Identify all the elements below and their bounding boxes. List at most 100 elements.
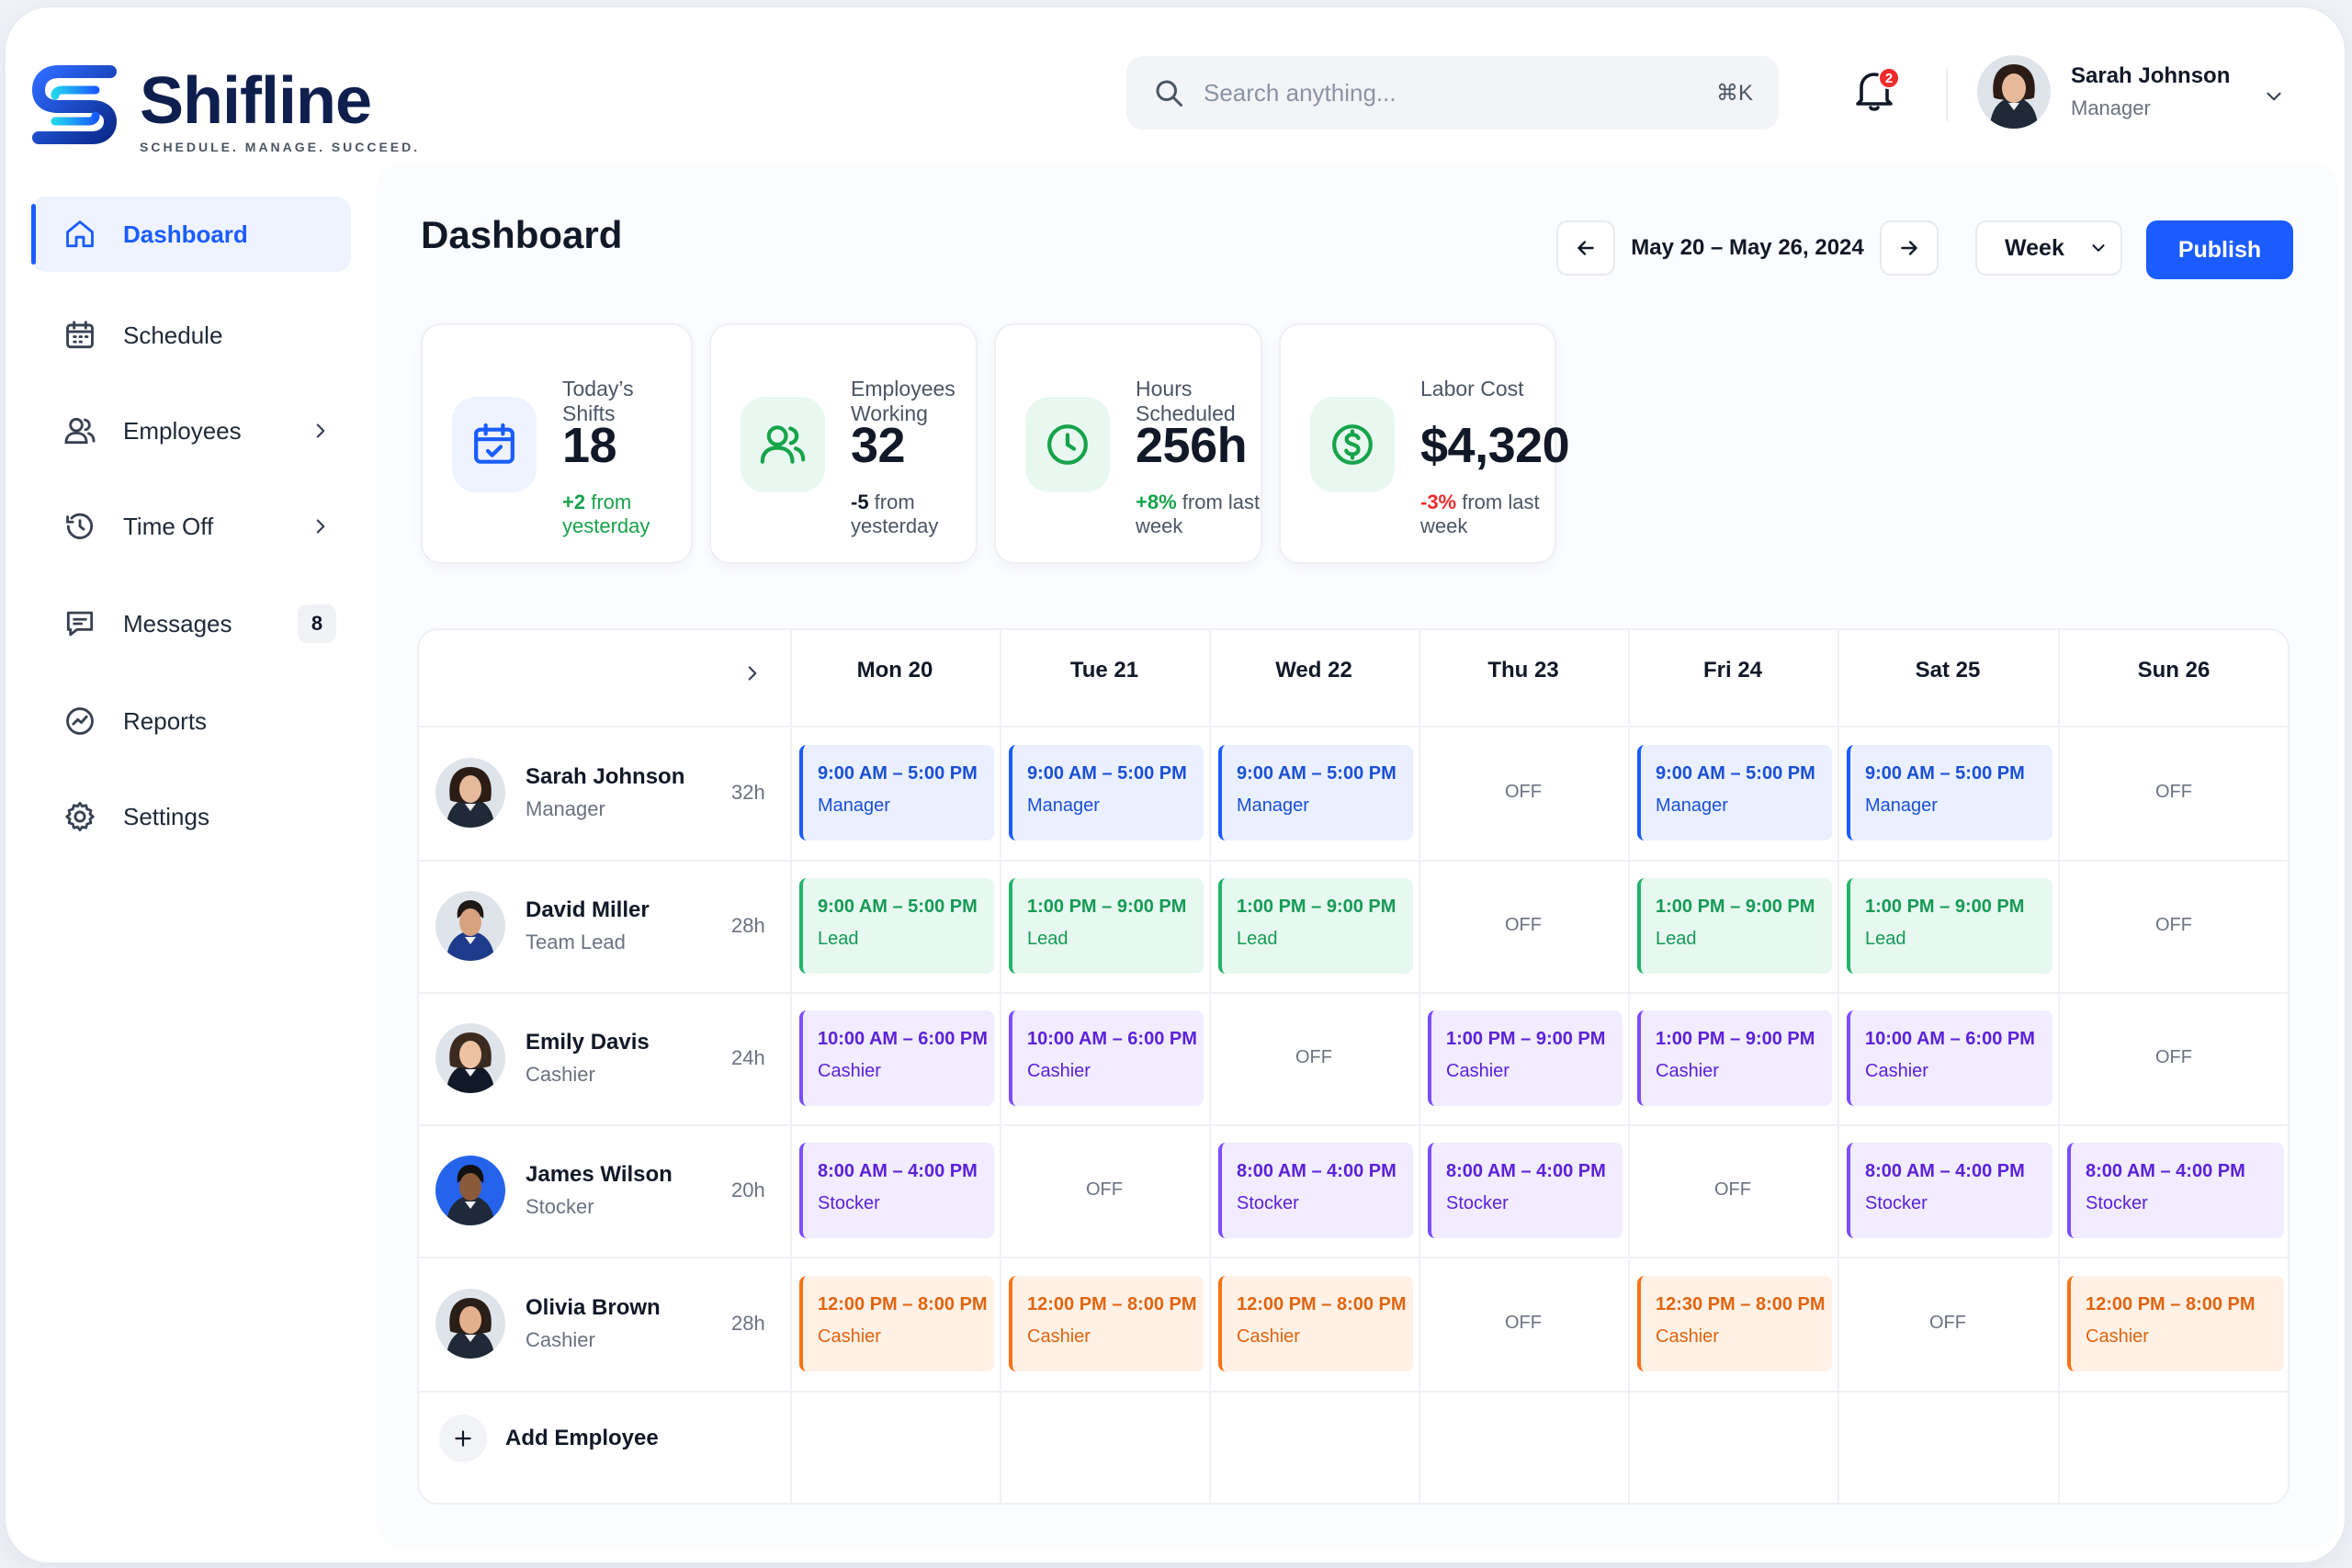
shift-block[interactable]: 8:00 AM – 4:00 PM Stocker (799, 1143, 994, 1238)
off-label[interactable]: OFF (1468, 915, 1578, 936)
stat-value: 256h (1136, 418, 1248, 473)
employee-name: David Miller (526, 897, 650, 922)
shift-block[interactable]: 9:00 AM – 5:00 PM Manager (1847, 745, 2052, 840)
sidebar-item-dashboard[interactable]: Dashboard (31, 197, 351, 272)
shift-block[interactable]: 1:00 PM – 9:00 PM Cashier (1428, 1010, 1623, 1106)
sidebar-item-schedule[interactable]: Schedule (31, 298, 351, 373)
stat-label: Labor Cost (1420, 377, 1524, 400)
shift-time: 8:00 AM – 4:00 PM (818, 1161, 978, 1181)
sidebar-item-label: Messages (123, 609, 232, 637)
shift-block[interactable]: 8:00 AM – 4:00 PM Stocker (1847, 1143, 2052, 1238)
employee-role: Team Lead (526, 931, 626, 953)
stat-delta: +2 from yesterday (562, 491, 691, 538)
arrow-right-icon (1901, 241, 1917, 255)
grid-column-divider (1000, 630, 1001, 1503)
shift-time: 9:00 AM – 5:00 PM (1656, 763, 1815, 784)
shift-block[interactable]: 12:30 PM – 8:00 PM Cashier (1637, 1276, 1832, 1371)
chevron-right-icon (316, 519, 325, 534)
shift-role: Cashier (1027, 1061, 1091, 1081)
shift-block[interactable]: 1:00 PM – 9:00 PM Lead (1218, 878, 1413, 974)
stat-card-todays-shifts: Today’s Shifts 18 +2 from yesterday (421, 323, 693, 564)
shift-block[interactable]: 9:00 AM – 5:00 PM Manager (1009, 745, 1204, 840)
shift-block[interactable]: 10:00 AM – 6:00 PM Cashier (1009, 1010, 1204, 1106)
shift-block[interactable]: 1:00 PM – 9:00 PM Lead (1847, 878, 2052, 974)
page-title: Dashboard (421, 213, 623, 256)
shift-block[interactable]: 9:00 AM – 5:00 PM Manager (799, 745, 994, 840)
publish-button[interactable]: Publish (2146, 220, 2293, 279)
prev-week-button[interactable] (1556, 220, 1615, 276)
shift-block[interactable]: 10:00 AM – 6:00 PM Cashier (799, 1010, 994, 1106)
chevron-right-icon[interactable] (741, 661, 764, 685)
view-select[interactable]: Week (1975, 220, 2122, 276)
shift-block[interactable]: 8:00 AM – 4:00 PM Stocker (1428, 1143, 1623, 1238)
off-label[interactable]: OFF (1049, 1179, 1159, 1201)
shift-block[interactable]: 1:00 PM – 9:00 PM Lead (1637, 878, 1832, 974)
shift-block[interactable]: 12:00 PM – 8:00 PM Cashier (2067, 1276, 2284, 1371)
off-label[interactable]: OFF (2119, 782, 2229, 803)
user-menu[interactable]: Sarah Johnson Manager (1977, 55, 2230, 129)
sidebar-item-reports[interactable]: Reports (31, 683, 351, 759)
shift-time: 9:00 AM – 5:00 PM (1027, 763, 1187, 784)
brand-logo[interactable]: Shifline SCHEDULE. MANAGE. SUCCEED. (31, 62, 420, 154)
sidebar-item-label: Schedule (123, 321, 223, 349)
sidebar-item-employees[interactable]: Employees (31, 393, 351, 468)
off-label[interactable]: OFF (1678, 1179, 1788, 1201)
shift-block[interactable]: 9:00 AM – 5:00 PM Manager (1218, 745, 1413, 840)
notifications-button[interactable]: 2 (1852, 67, 1904, 122)
shift-role: Manager (1237, 795, 1309, 816)
shift-block[interactable]: 9:00 AM – 5:00 PM Manager (1637, 745, 1832, 840)
shift-time: 1:00 PM – 9:00 PM (1865, 897, 2025, 917)
shift-block[interactable]: 8:00 AM – 4:00 PM Stocker (2067, 1143, 2284, 1238)
add-employee-button[interactable]: Add Employee (439, 1415, 659, 1462)
shift-block[interactable]: 12:00 PM – 8:00 PM Cashier (799, 1276, 994, 1371)
grid-row-divider (419, 1391, 2288, 1393)
sidebar-item-messages[interactable]: Messages 8 (31, 586, 351, 661)
sidebar-item-time-off[interactable]: Time Off (31, 489, 351, 564)
chevron-down-icon[interactable] (2262, 85, 2286, 108)
search-input[interactable] (1204, 78, 1716, 107)
employee-hours: 28h (731, 1312, 765, 1335)
off-label[interactable]: OFF (1259, 1047, 1369, 1068)
shift-role: Cashier (1237, 1326, 1300, 1347)
sidebar-item-settings[interactable]: Settings (31, 779, 351, 854)
grid-column-divider (1628, 630, 1630, 1503)
search-bar[interactable]: ⌘K (1126, 56, 1779, 130)
shift-block[interactable]: 9:00 AM – 5:00 PM Lead (799, 878, 994, 974)
employee-hours: 24h (731, 1046, 765, 1069)
employee-role: Manager (526, 797, 605, 820)
next-week-button[interactable] (1880, 220, 1939, 276)
grid-row-divider (419, 726, 2288, 728)
employee-info[interactable]: James Wilson Stocker (435, 1156, 673, 1225)
shift-time: 12:00 PM – 8:00 PM (2086, 1294, 2256, 1314)
shift-role: Stocker (2086, 1193, 2148, 1213)
stat-card-hours-scheduled: Hours Scheduled 256h +8% from last week (994, 323, 1262, 564)
shift-block[interactable]: 1:00 PM – 9:00 PM Cashier (1637, 1010, 1832, 1106)
off-label[interactable]: OFF (2119, 915, 2229, 936)
shift-block[interactable]: 8:00 AM – 4:00 PM Stocker (1218, 1143, 1413, 1238)
messages-count-badge: 8 (298, 604, 336, 643)
off-label[interactable]: OFF (2119, 1047, 2229, 1068)
shift-block[interactable]: 1:00 PM – 9:00 PM Lead (1009, 878, 1204, 974)
users-icon (64, 417, 96, 445)
shift-role: Cashier (1446, 1061, 1510, 1081)
home-icon (66, 220, 94, 248)
employee-info[interactable]: Olivia Brown Cashier (435, 1289, 661, 1359)
employee-info[interactable]: David Miller Team Lead (435, 891, 650, 961)
off-label[interactable]: OFF (1893, 1313, 2003, 1334)
employee-info[interactable]: Emily Davis Cashier (435, 1023, 650, 1093)
logo-mark-icon (32, 65, 117, 144)
shift-time: 9:00 AM – 5:00 PM (818, 897, 978, 917)
off-label[interactable]: OFF (1468, 1313, 1578, 1334)
grid-column-divider (2058, 630, 2060, 1503)
arrow-left-icon (1577, 241, 1594, 255)
sidebar-item-label: Settings (123, 802, 209, 830)
shift-block[interactable]: 12:00 PM – 8:00 PM Cashier (1218, 1276, 1413, 1371)
shift-time: 9:00 AM – 5:00 PM (1237, 763, 1396, 784)
clock-icon (1047, 424, 1088, 465)
stat-value: 32 (851, 418, 906, 473)
off-label[interactable]: OFF (1468, 782, 1578, 803)
avatar (1977, 55, 2051, 129)
shift-block[interactable]: 12:00 PM – 8:00 PM Cashier (1009, 1276, 1204, 1371)
shift-block[interactable]: 10:00 AM – 6:00 PM Cashier (1847, 1010, 2052, 1106)
employee-info[interactable]: Sarah Johnson Manager (435, 758, 684, 828)
